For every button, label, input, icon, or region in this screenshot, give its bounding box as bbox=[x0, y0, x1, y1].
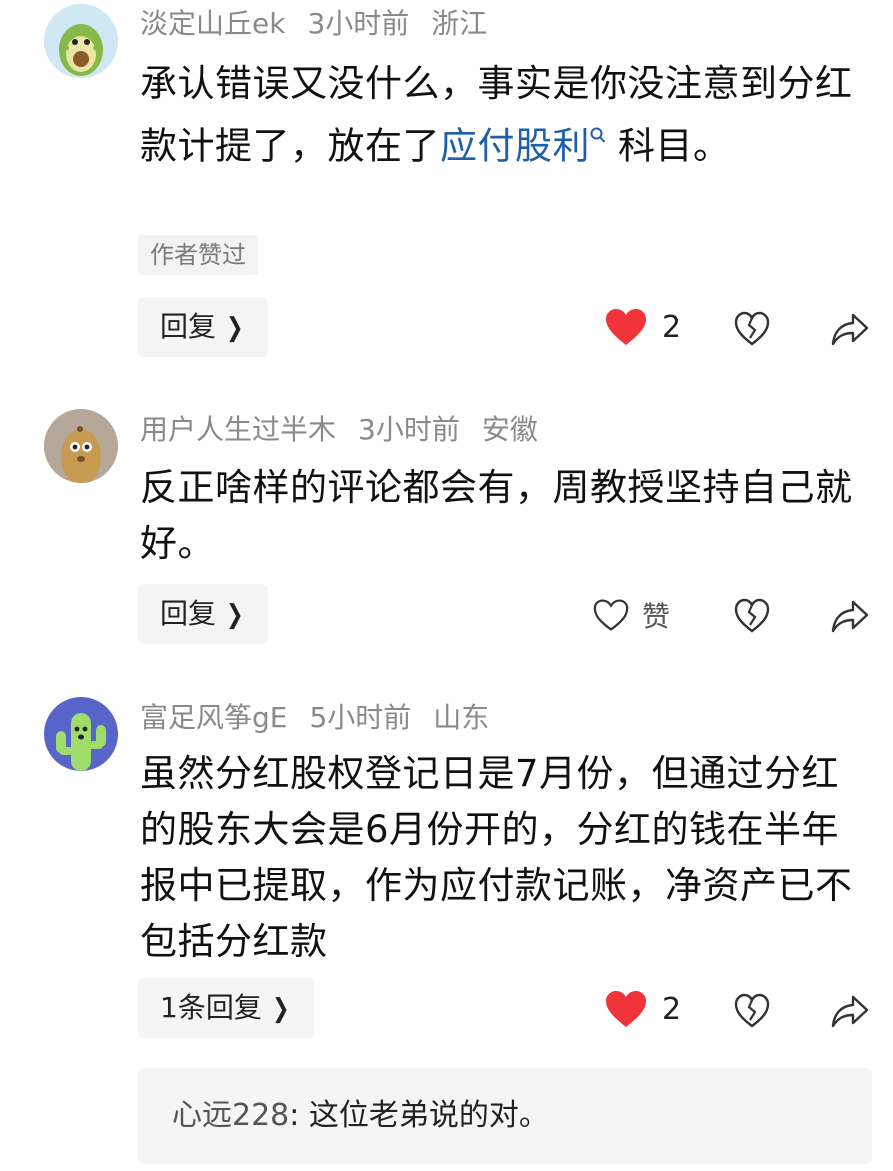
dislike-button[interactable] bbox=[734, 592, 770, 640]
sub-reply-text: 心远228: 这位老弟说的对。 bbox=[172, 1096, 549, 1136]
reply-button[interactable]: 回复 ❯ bbox=[138, 297, 268, 357]
avatar[interactable] bbox=[44, 697, 118, 771]
heart-filled-icon bbox=[606, 991, 646, 1027]
comment-time: 3小时前 bbox=[358, 413, 460, 446]
like-button[interactable]: 赞 bbox=[592, 591, 670, 639]
reply-label: 回复 bbox=[160, 597, 217, 630]
sub-reply-content: 这位老弟说的对。 bbox=[308, 1098, 549, 1133]
share-icon bbox=[831, 600, 869, 633]
chevron-right-icon: ❯ bbox=[272, 994, 290, 1024]
search-icon[interactable] bbox=[590, 112, 606, 168]
reply-label: 回复 bbox=[160, 310, 217, 343]
broken-heart-icon bbox=[734, 993, 770, 1028]
heart-outline-icon bbox=[593, 599, 629, 631]
share-button[interactable] bbox=[831, 988, 869, 1036]
comment-location: 浙江 bbox=[431, 7, 488, 40]
comment-text: 虽然分红股权登记日是7月份，但通过分红的股东大会是6月份开的，分红的钱在半年报中… bbox=[140, 752, 853, 963]
sub-reply[interactable]: 心远228: 这位老弟说的对。 bbox=[138, 1068, 872, 1164]
comment-text: 承认错误又没什么，事实是你没注意到分红款计提了，放在了应付股利 科目。 bbox=[140, 56, 860, 174]
dislike-button[interactable] bbox=[734, 305, 770, 353]
broken-heart-icon bbox=[734, 311, 770, 346]
comment-location: 山东 bbox=[433, 701, 490, 734]
share-button[interactable] bbox=[831, 306, 869, 354]
broken-heart-icon bbox=[734, 598, 770, 633]
keyword-link[interactable]: 应付股利 bbox=[440, 124, 590, 167]
comment-text: 反正啥样的评论都会有，周教授坚持自己就好。 bbox=[140, 466, 853, 565]
comment-time: 5小时前 bbox=[309, 701, 412, 734]
comment-list: 淡定山丘ek 3小时前 浙江 承认错误又没什么，事实是你没注意到分红款计提了，放在了… bbox=[0, 0, 893, 1171]
reply-label: 1条回复 bbox=[160, 991, 262, 1024]
author-liked-tag: 作者赞过 bbox=[138, 235, 258, 275]
comment-meta: 淡定山丘ek 3小时前 浙江 bbox=[140, 6, 509, 42]
reply-button[interactable]: 回复 ❯ bbox=[138, 584, 268, 644]
dislike-button[interactable] bbox=[734, 987, 770, 1035]
username[interactable]: 淡定山丘ek bbox=[140, 7, 285, 40]
comment-meta: 用户人生过半木 3小时前 安徽 bbox=[140, 412, 560, 448]
like-button[interactable]: 2 bbox=[604, 985, 681, 1033]
share-button[interactable] bbox=[831, 593, 869, 641]
like-count: 2 bbox=[662, 991, 682, 1027]
like-count: 2 bbox=[662, 309, 682, 345]
sub-reply-author[interactable]: 心远228 bbox=[172, 1098, 289, 1133]
chevron-right-icon: ❯ bbox=[226, 600, 244, 630]
potato-avatar-icon bbox=[44, 409, 118, 483]
cactus-avatar-icon bbox=[44, 697, 118, 771]
like-button[interactable]: 2 bbox=[604, 303, 681, 351]
comment-location: 安徽 bbox=[481, 413, 538, 446]
username[interactable]: 富足风筝gE bbox=[140, 701, 287, 734]
comment-text-part: 科目。 bbox=[618, 124, 731, 168]
sub-reply-separator: : bbox=[289, 1098, 309, 1133]
comment-meta: 富足风筝gE 5小时前 山东 bbox=[140, 700, 511, 736]
share-icon bbox=[831, 995, 869, 1028]
chevron-right-icon: ❯ bbox=[226, 313, 244, 343]
share-icon bbox=[831, 313, 869, 346]
like-label: 赞 bbox=[642, 600, 671, 633]
comment-time: 3小时前 bbox=[307, 7, 410, 40]
reply-button[interactable]: 1条回复 ❯ bbox=[138, 978, 314, 1038]
avocado-avatar-icon bbox=[44, 4, 118, 78]
heart-filled-icon bbox=[606, 309, 646, 345]
username[interactable]: 用户人生过半木 bbox=[140, 413, 336, 446]
avatar[interactable] bbox=[44, 409, 118, 483]
avatar[interactable] bbox=[44, 4, 118, 78]
